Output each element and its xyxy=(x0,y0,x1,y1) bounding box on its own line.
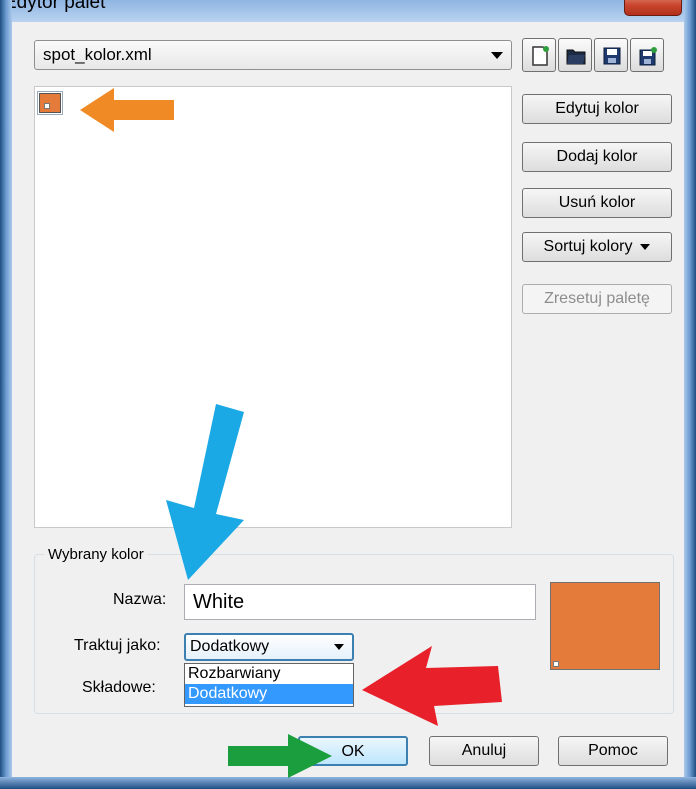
reset-palette-button[interactable]: Zresetuj paletę xyxy=(522,284,672,314)
save-palette-button[interactable] xyxy=(594,38,628,72)
treat-as-dropdown-list[interactable]: Rozbarwiany Dodatkowy xyxy=(184,663,354,707)
color-swatch[interactable] xyxy=(37,91,63,115)
new-palette-icon xyxy=(532,46,549,66)
chevron-down-icon xyxy=(640,243,651,250)
add-color-button[interactable]: Dodaj kolor xyxy=(522,142,672,172)
window-frame-right xyxy=(684,0,696,789)
window-frame-bottom xyxy=(0,777,696,789)
treat-as-value: Dodatkowy xyxy=(190,638,270,655)
sort-colors-label: Sortuj kolory xyxy=(543,238,633,255)
treat-as-label: Traktuj jako: xyxy=(74,637,161,654)
save-as-palette-button[interactable] xyxy=(630,38,664,72)
dialog-client-area: spot_kolor.xml Edytuj kolor Dodaj kolor … xyxy=(12,22,684,777)
save-palette-icon xyxy=(603,47,621,65)
save-as-palette-icon xyxy=(639,47,657,66)
cancel-button[interactable]: Anuluj xyxy=(429,736,539,766)
chevron-down-icon xyxy=(491,52,503,59)
edit-color-button[interactable]: Edytuj kolor xyxy=(522,94,672,124)
window-title: Edytor palet xyxy=(4,0,106,13)
orange-annotation-arrow xyxy=(80,88,174,132)
components-label: Składowe: xyxy=(82,679,156,696)
treat-as-option-spot[interactable]: Dodatkowy xyxy=(185,684,353,704)
color-preview xyxy=(550,582,660,670)
treat-as-option-process[interactable]: Rozbarwiany xyxy=(185,664,353,684)
help-button[interactable]: Pomoc xyxy=(558,736,668,766)
close-button[interactable] xyxy=(624,0,682,16)
new-palette-button[interactable] xyxy=(522,38,556,72)
color-list[interactable] xyxy=(34,86,512,528)
palette-file-select[interactable]: spot_kolor.xml xyxy=(34,40,512,70)
open-palette-icon xyxy=(566,49,586,65)
treat-as-select[interactable]: Dodatkowy xyxy=(184,633,354,661)
title-bar: Edytor palet xyxy=(0,0,696,22)
open-palette-button[interactable] xyxy=(558,38,592,72)
sort-colors-button[interactable]: Sortuj kolory xyxy=(522,232,672,262)
green-annotation-arrow xyxy=(228,734,332,778)
palette-file-value: spot_kolor.xml xyxy=(43,45,152,64)
blue-annotation-arrow xyxy=(166,404,244,580)
window-frame-left xyxy=(0,0,12,789)
chevron-down-icon xyxy=(334,644,344,650)
remove-color-button[interactable]: Usuń kolor xyxy=(522,188,672,218)
selected-color-group-label: Wybrany kolor xyxy=(44,546,148,563)
red-annotation-arrow xyxy=(362,646,502,726)
name-label: Nazwa: xyxy=(113,591,167,608)
color-name-input[interactable]: White xyxy=(184,584,536,620)
